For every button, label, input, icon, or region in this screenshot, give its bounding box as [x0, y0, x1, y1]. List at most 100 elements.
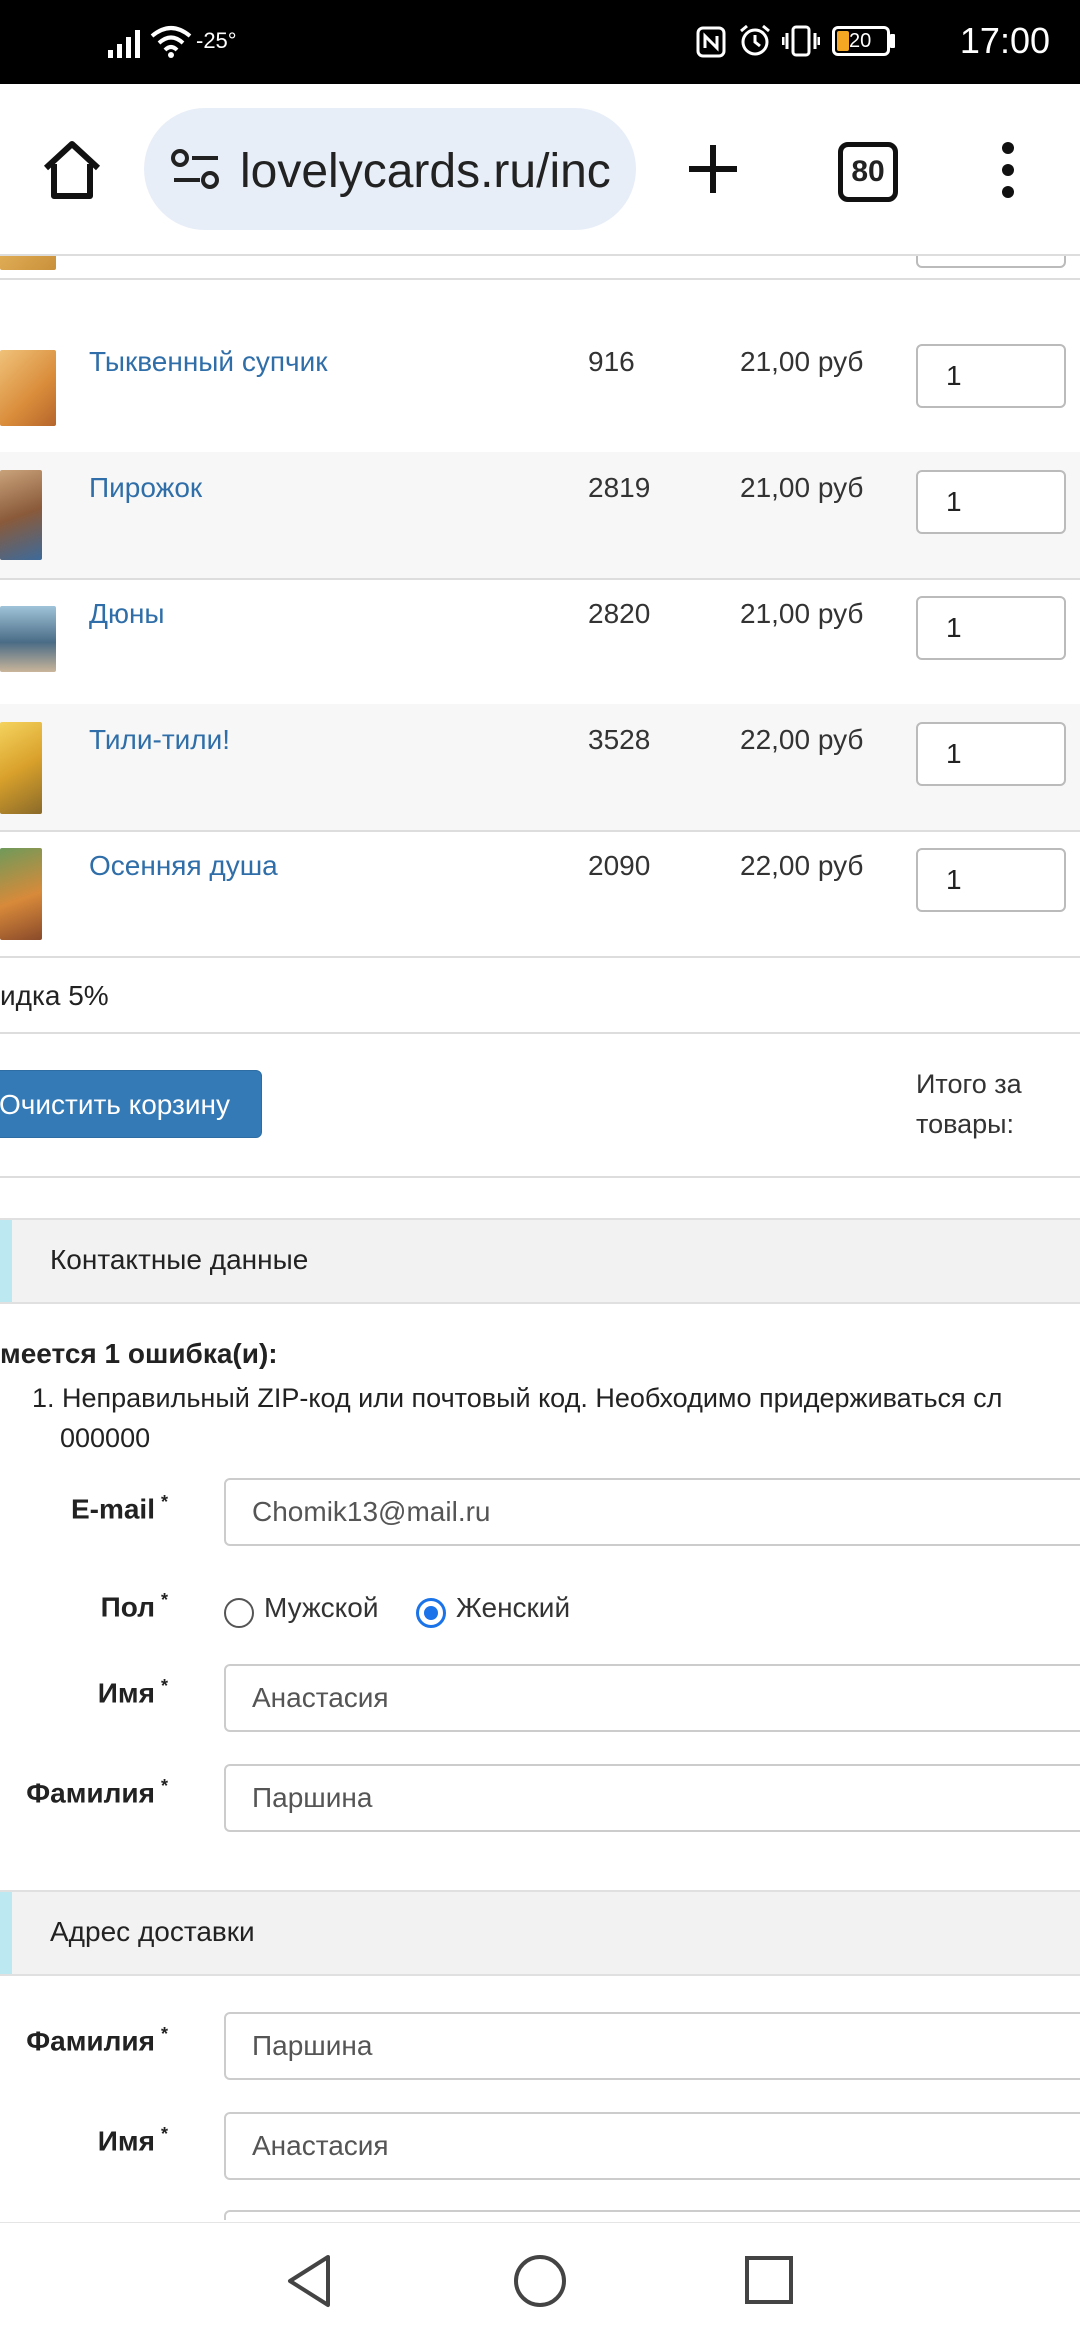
new-tab-icon[interactable]	[686, 142, 740, 196]
product-price: 21,00 руб	[740, 472, 864, 503]
required-mark: *	[160, 1590, 168, 1610]
quantity-input[interactable]: 1	[916, 596, 1066, 660]
table-row: Тили-тили! 3528 22,00 руб 1	[0, 704, 1080, 832]
quantity-input[interactable]: 1	[916, 344, 1066, 408]
required-mark: *	[160, 2124, 168, 2144]
product-code: 2090	[588, 850, 651, 881]
url-text[interactable]: lovelycards.ru/inc	[240, 144, 611, 199]
tab-switcher-button[interactable]: 80	[838, 142, 898, 202]
total-label-line2: товары:	[916, 1109, 1015, 1139]
shipping-section-header: Адрес доставки	[0, 1890, 1080, 1976]
product-price: 22,00 руб	[740, 850, 864, 881]
first-name-label: Имя *	[0, 1676, 168, 1709]
contact-section-header: Контактные данные	[0, 1218, 1080, 1304]
site-settings-icon[interactable]	[170, 146, 222, 194]
gender-label: Пол *	[0, 1590, 168, 1623]
section-accent-bar	[0, 1892, 12, 1974]
product-price: 22,00 руб	[740, 724, 864, 755]
menu-icon[interactable]	[996, 140, 1020, 200]
error-line: 1. Неправильный ZIP-код или почтовый код…	[32, 1383, 1003, 1413]
quantity-input[interactable]: 1	[916, 848, 1066, 912]
product-price: 21,00 руб	[740, 598, 864, 629]
clock: 17:00	[959, 20, 1050, 61]
product-thumbnail[interactable]	[0, 256, 56, 270]
product-name-link[interactable]: Тыквенный супчик	[89, 346, 328, 378]
email-field[interactable]: Chomik13@mail.ru	[224, 1478, 1080, 1546]
error-line: 000000	[60, 1423, 151, 1453]
gender-label-text: Пол	[100, 1591, 155, 1623]
required-mark: *	[160, 1676, 168, 1696]
recents-icon[interactable]	[744, 2255, 794, 2305]
last-name-label-text: Фамилия	[26, 1777, 155, 1809]
required-mark: *	[160, 1492, 168, 1512]
table-row: Тыквенный супчик 916 21,00 руб 1	[0, 326, 1080, 454]
required-mark: *	[160, 1776, 168, 1796]
alarm-icon	[740, 24, 770, 56]
shipping-last-name-field[interactable]: Паршина	[224, 2012, 1080, 2080]
wifi-icon	[150, 26, 192, 58]
gender-female-radio[interactable]	[416, 1598, 446, 1628]
product-thumbnail[interactable]	[0, 350, 56, 426]
temperature-text: -25°	[196, 28, 237, 53]
table-row	[0, 256, 1080, 280]
table-row: Осенняя душа 2090 22,00 руб 1	[0, 830, 1080, 958]
status-bar: -25° 20 17:00	[0, 0, 1080, 84]
section-accent-bar	[0, 1220, 12, 1302]
divider	[0, 1176, 1080, 1178]
shipping-next-field[interactable]	[224, 2210, 1080, 2220]
product-thumbnail[interactable]	[0, 606, 56, 672]
last-name-field[interactable]: Паршина	[224, 1764, 1080, 1832]
last-name-label: Фамилия *	[0, 1776, 168, 1809]
quantity-input[interactable]	[916, 256, 1066, 268]
nfc-icon	[696, 26, 726, 58]
product-name-link[interactable]: Осенняя душа	[89, 850, 278, 882]
quantity-input[interactable]: 1	[916, 470, 1066, 534]
product-thumbnail[interactable]	[0, 470, 42, 560]
clear-cart-button[interactable]: Очистить корзину	[0, 1070, 262, 1138]
gender-male-radio[interactable]	[224, 1598, 254, 1628]
product-name-link[interactable]: Дюны	[89, 598, 165, 630]
discount-text: идка 5%	[0, 980, 109, 1011]
battery-tip	[890, 34, 895, 48]
product-name-link[interactable]: Пирожок	[89, 472, 202, 504]
product-code: 3528	[588, 724, 651, 755]
battery-icon: 20	[832, 26, 890, 56]
product-code: 2819	[588, 472, 651, 503]
browser-toolbar: lovelycards.ru/inc 80	[0, 84, 1080, 256]
product-code: 916	[588, 346, 635, 377]
signal-icon	[108, 30, 140, 58]
table-row: Дюны 2820 21,00 руб 1	[0, 578, 1080, 706]
shipping-first-name-label-text: Имя	[97, 2125, 155, 2157]
product-thumbnail[interactable]	[0, 848, 42, 940]
shipping-last-name-label: Фамилия *	[0, 2024, 168, 2057]
error-heading: меется 1 ошибка(и):	[0, 1338, 278, 1369]
shipping-last-name-label-text: Фамилия	[26, 2025, 155, 2057]
battery-level: 20	[849, 30, 872, 52]
home-icon[interactable]	[40, 138, 104, 202]
email-label: E-mail *	[0, 1492, 168, 1525]
total-label-line1: Итого за	[916, 1069, 1022, 1099]
table-row: Пирожок 2819 21,00 руб 1	[0, 452, 1080, 580]
first-name-label-text: Имя	[97, 1677, 155, 1709]
address-bar[interactable]: lovelycards.ru/inc	[144, 108, 636, 230]
email-label-text: E-mail	[70, 1493, 155, 1525]
total-label: Итого за товары:	[916, 1064, 1066, 1144]
product-price: 21,00 руб	[740, 346, 864, 377]
gender-male-label[interactable]: Мужской	[264, 1592, 378, 1624]
back-icon[interactable]	[284, 2253, 334, 2309]
first-name-field[interactable]: Анастасия	[224, 1664, 1080, 1732]
system-navigation-bar	[0, 2222, 1080, 2341]
product-name-link[interactable]: Тили-тили!	[89, 724, 230, 756]
divider	[0, 1032, 1080, 1034]
page-content: Тыквенный супчик 916 21,00 руб 1 Пирожок…	[0, 256, 1080, 2220]
section-title: Адрес доставки	[50, 1916, 255, 1947]
home-nav-icon[interactable]	[512, 2253, 568, 2309]
required-mark: *	[160, 2024, 168, 2044]
vibrate-icon	[782, 25, 820, 57]
product-code: 2820	[588, 598, 651, 629]
product-thumbnail[interactable]	[0, 722, 42, 814]
shipping-first-name-field[interactable]: Анастасия	[224, 2112, 1080, 2180]
error-message: 1. Неправильный ZIP-код или почтовый код…	[32, 1378, 1080, 1458]
quantity-input[interactable]: 1	[916, 722, 1066, 786]
gender-female-label[interactable]: Женский	[456, 1592, 570, 1624]
